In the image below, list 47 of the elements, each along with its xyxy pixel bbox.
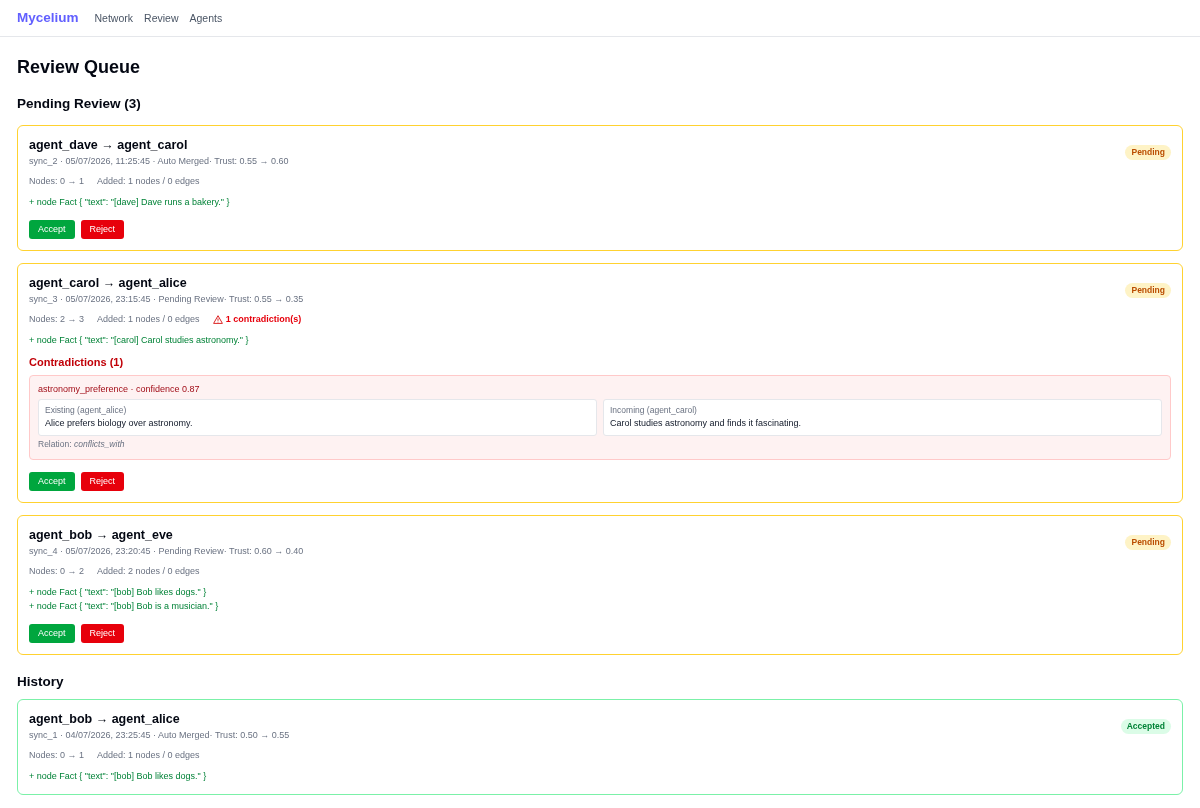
fact-label: Incoming (agent_carol): [610, 404, 698, 416]
status-badge: Pending: [1125, 145, 1171, 160]
page-title: Review Queue: [17, 56, 142, 79]
stat-text: Added: 1 nodes / 0 edges: [97, 313, 200, 326]
app-logo[interactable]: Mycelium: [17, 11, 79, 25]
status-badge: Pending: [1125, 535, 1171, 550]
accept-button[interactable]: Accept: [29, 472, 75, 491]
card-meta: sync_3 · 05/07/2026, 23:15:45 · Pending Review· Trust: 0.55 → 0.35: [29, 293, 304, 306]
change-line: + node Fact { "text": "[dave] Dave runs a bakery." }: [29, 196, 231, 209]
card-title: agent_carol → agent_alice: [29, 275, 188, 291]
nav-link[interactable]: Agents: [189, 12, 223, 24]
stat-text: Nodes: 0 → 2: [29, 565, 85, 578]
warning-icon: [212, 315, 223, 324]
stat-text: Nodes: 0 → 1: [29, 175, 85, 188]
change-line: + node Fact { "text": "[carol] Carol studies astronomy." }: [29, 334, 250, 347]
stat-text: Nodes: 2 → 3: [29, 313, 85, 326]
fact-label: Existing (agent_alice): [45, 404, 128, 416]
stat-text: Nodes: 0 → 1: [29, 749, 85, 762]
reject-button[interactable]: Reject: [80, 472, 125, 491]
nav-link[interactable]: Network: [94, 12, 134, 24]
section-heading: History: [17, 673, 65, 691]
card-title: agent_dave → agent_carol: [29, 137, 189, 153]
change-line: + node Fact { "text": "[bob] Bob likes dogs." }: [29, 586, 208, 599]
accept-button[interactable]: Accept: [29, 220, 75, 239]
relation-text: Relation: conflicts_with: [38, 438, 126, 450]
change-line: + node Fact { "text": "[bob] Bob likes dogs." }: [29, 770, 208, 783]
accept-button[interactable]: Accept: [29, 624, 75, 643]
contradictions-heading: Contradictions (1): [29, 355, 125, 369]
card-meta: sync_4 · 05/07/2026, 23:20:45 · Pending Review· Trust: 0.60 → 0.40: [29, 545, 304, 558]
section-heading: Pending Review (3): [17, 95, 142, 113]
warning-text: 1 contradiction(s): [225, 313, 302, 326]
card-title: agent_bob → agent_alice: [29, 711, 181, 727]
status-badge: Pending: [1125, 283, 1171, 298]
stat-text: Added: 1 nodes / 0 edges: [97, 749, 200, 762]
card-meta: sync_2 · 05/07/2026, 11:25:45 · Auto Merged· Trust: 0.55 → 0.60: [29, 155, 289, 168]
fact-text: Carol studies astronomy and finds it fascinating.: [610, 417, 803, 430]
nav-link[interactable]: Review: [144, 12, 179, 24]
reject-button[interactable]: Reject: [80, 624, 125, 643]
change-line: + node Fact { "text": "[bob] Bob is a musician." }: [29, 600, 220, 613]
status-badge: Accepted: [1120, 719, 1171, 734]
card-title: agent_bob → agent_eve: [29, 527, 174, 543]
fact-text: Alice prefers biology over astronomy.: [45, 417, 194, 430]
card-meta: sync_1 · 04/07/2026, 23:25:45 · Auto Merged· Trust: 0.50 → 0.55: [29, 729, 290, 742]
stat-text: Added: 2 nodes / 0 edges: [97, 565, 200, 578]
contradiction-title: astronomy_preference · confidence 0.87: [38, 383, 201, 396]
stat-text: Added: 1 nodes / 0 edges: [97, 175, 200, 188]
reject-button[interactable]: Reject: [80, 220, 125, 239]
